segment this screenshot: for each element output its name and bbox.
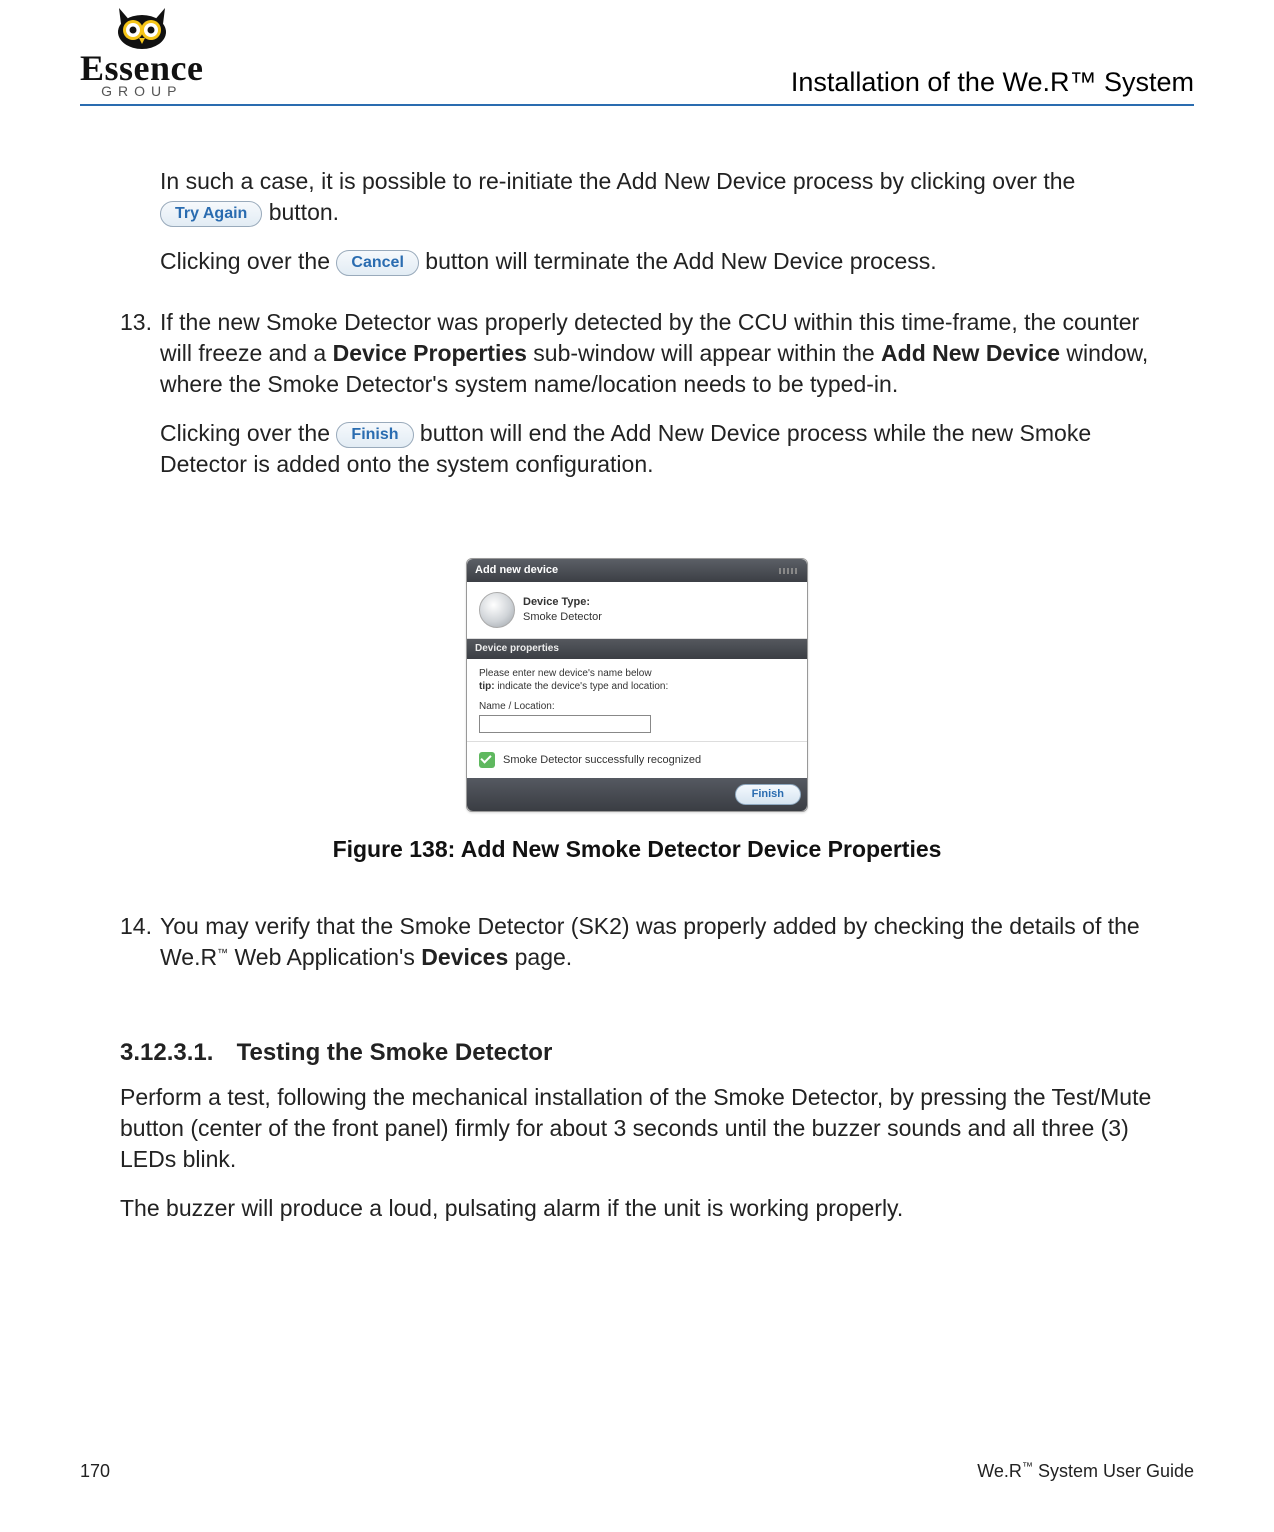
text: Clicking over the: [160, 420, 336, 446]
text: sub-window will appear within the: [527, 340, 881, 366]
bold-text: Device Properties: [333, 340, 527, 366]
success-text: Smoke Detector successfully recognized: [503, 753, 701, 768]
form-tip: tip: indicate the device's type and loca…: [479, 680, 795, 694]
add-new-device-window: Add new device Device Type: Smoke Detect…: [466, 558, 808, 812]
name-location-label: Name / Location:: [479, 700, 795, 714]
figure-138: Add new device Device Type: Smoke Detect…: [120, 558, 1154, 865]
try-again-button[interactable]: Try Again: [160, 201, 262, 227]
owl-icon: [107, 4, 177, 50]
brand-name: Essence: [80, 50, 204, 86]
window-titlebar: Add new device: [467, 559, 807, 582]
page-footer: 170 We.R™ System User Guide: [80, 1461, 1194, 1482]
device-type-label: Device Type:: [523, 595, 602, 610]
step-number: 13.: [120, 307, 160, 498]
paragraph: Clicking over the Cancel button will ter…: [160, 246, 1154, 277]
text: In such a case, it is possible to re-ini…: [160, 168, 1075, 194]
paragraph: If the new Smoke Detector was properly d…: [160, 307, 1154, 400]
heading-text: Testing the Smoke Detector: [237, 1039, 553, 1066]
figure-caption: Figure 138: Add New Smoke Detector Devic…: [333, 834, 942, 865]
page-title: Installation of the We.R™ System: [791, 67, 1194, 98]
text: Clicking over the: [160, 248, 336, 274]
window-handle-icon: [779, 568, 799, 574]
device-type-row: Device Type: Smoke Detector: [467, 582, 807, 639]
finish-button[interactable]: Finish: [336, 422, 413, 448]
recognition-success-row: Smoke Detector successfully recognized: [467, 741, 807, 778]
bold-text: Add New Device: [881, 340, 1060, 366]
heading-number: 3.12.3.1.: [120, 1037, 230, 1069]
paragraph: You may verify that the Smoke Detector (…: [160, 911, 1154, 973]
page-number: 170: [80, 1461, 110, 1482]
paragraph: In such a case, it is possible to re-ini…: [160, 166, 1154, 228]
window-footer: Finish: [467, 778, 807, 811]
text: Web Application's: [228, 944, 421, 970]
device-type-value: Smoke Detector: [523, 610, 602, 625]
device-properties-form: Please enter new device's name below tip…: [467, 659, 807, 742]
name-location-input[interactable]: [479, 715, 651, 733]
page-header: Essence GROUP Installation of the We.R™ …: [80, 0, 1194, 98]
paragraph: The buzzer will produce a loud, pulsatin…: [120, 1193, 1154, 1224]
brand-logo: Essence GROUP: [80, 4, 204, 98]
step-14: 14. You may verify that the Smoke Detect…: [120, 911, 1154, 991]
finish-button[interactable]: Finish: [735, 784, 801, 805]
check-icon: [479, 752, 495, 768]
bold-text: Devices: [421, 944, 508, 970]
smoke-detector-icon: [479, 592, 515, 628]
brand-subtitle: GROUP: [101, 84, 182, 98]
cancel-button[interactable]: Cancel: [336, 250, 418, 276]
paragraph: Perform a test, following the mechanical…: [120, 1082, 1154, 1175]
form-instruction: Please enter new device's name below: [479, 667, 795, 681]
text: page.: [508, 944, 572, 970]
device-properties-section-header: Device properties: [467, 639, 807, 659]
section-heading: 3.12.3.1. Testing the Smoke Detector: [120, 1037, 1154, 1069]
step-13: 13. If the new Smoke Detector was proper…: [120, 307, 1154, 498]
text: button will terminate the Add New Device…: [425, 248, 936, 274]
step-number: 14.: [120, 911, 160, 991]
text: button.: [269, 199, 339, 225]
trademark: ™: [217, 948, 228, 960]
paragraph: Clicking over the Finish button will end…: [160, 418, 1154, 480]
guide-name: We.R™ System User Guide: [977, 1461, 1194, 1482]
window-title: Add new device: [475, 563, 558, 578]
